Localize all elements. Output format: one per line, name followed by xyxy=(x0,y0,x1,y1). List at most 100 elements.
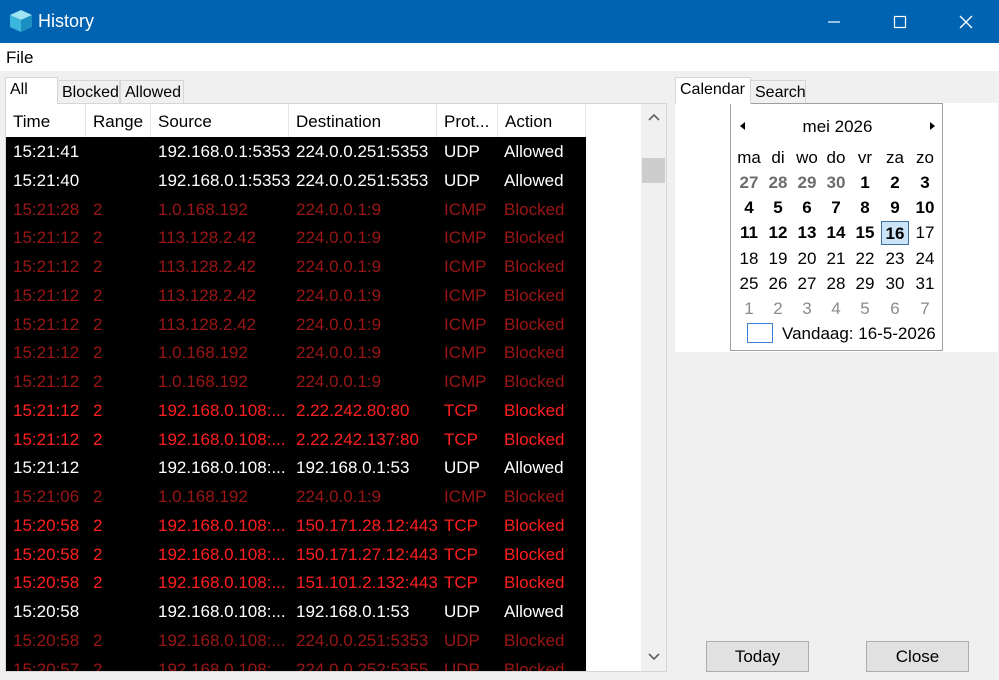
calendar-day[interactable]: 2 xyxy=(881,171,909,195)
calendar-day[interactable]: 26 xyxy=(764,272,792,296)
calendar-day[interactable]: 21 xyxy=(822,247,850,271)
calendar-day[interactable]: 30 xyxy=(881,272,909,296)
table-row[interactable]: 15:21:12 2 192.168.0.108:... 2.22.242.137:8… xyxy=(6,425,586,454)
calendar-day[interactable]: 24 xyxy=(911,247,939,271)
calendar-day[interactable]: 9 xyxy=(881,196,909,220)
calendar-day[interactable]: 19 xyxy=(764,247,792,271)
next-month-icon[interactable] xyxy=(929,122,935,130)
cell-action: Blocked xyxy=(504,257,565,276)
calendar-day[interactable]: 25 xyxy=(735,272,763,296)
calendar-day[interactable]: 6 xyxy=(881,297,909,321)
table-row[interactable]: 15:21:28 2 1.0.168.192 224.0.0.1:9 ICMP Block… xyxy=(6,195,586,224)
calendar-day[interactable]: 3 xyxy=(793,297,821,321)
table-row[interactable]: 15:21:06 2 1.0.168.192 224.0.0.1:9 ICMP Block… xyxy=(6,482,586,511)
cell-range: 2 xyxy=(93,228,103,248)
calendar-day[interactable]: 18 xyxy=(735,247,763,271)
cell-source: 192.168.0.108:... xyxy=(158,544,286,564)
table-row[interactable]: 15:20:58 2 192.168.0.108:... 151.101.2.132:… xyxy=(6,568,586,597)
calendar-day[interactable]: 8 xyxy=(851,196,879,220)
table-row[interactable]: 15:21:12 2 113.128.2.42 224.0.0.1:9 ICMP Bloc… xyxy=(6,252,586,281)
calendar-day[interactable]: 23 xyxy=(881,247,909,271)
calendar-day[interactable]: 29 xyxy=(851,272,879,296)
close-button[interactable]: Close xyxy=(866,641,969,672)
weekday-header: wo xyxy=(796,148,818,167)
calendar-day[interactable]: 7 xyxy=(822,196,850,220)
calendar-day[interactable]: 2 xyxy=(764,297,792,321)
table-row[interactable]: 15:21:12 2 113.128.2.42 224.0.0.1:9 ICMP Bloc… xyxy=(6,310,586,339)
cell-destination: 2.22.242.80:80 xyxy=(296,400,410,420)
cell-source: 1.0.168.192 xyxy=(158,487,248,506)
cell-time: 15:20:58 xyxy=(13,573,80,593)
today-label[interactable]: Vandaag: 16-5-2026 xyxy=(782,324,936,344)
table-row[interactable]: 15:20:58 2 192.168.0.108:... 150.171.27.12:… xyxy=(6,540,586,569)
calendar-day[interactable]: 27 xyxy=(793,272,821,296)
column-header-protocol[interactable]: Prot... xyxy=(437,104,498,137)
calendar-day[interactable]: 13 xyxy=(793,221,821,245)
table-row[interactable]: 15:21:12 2 1.0.168.192 224.0.0.1:9 ICMP Block… xyxy=(6,338,586,367)
minimize-button[interactable] xyxy=(801,0,867,43)
today-button[interactable]: Today xyxy=(706,641,809,672)
scroll-down-icon[interactable] xyxy=(648,653,660,661)
table-row[interactable]: 15:21:12 2 113.128.2.42 224.0.0.1:9 ICMP Bloc… xyxy=(6,223,586,252)
calendar-day[interactable]: 1 xyxy=(851,171,879,195)
table-row[interactable]: 15:21:41 192.168.0.1:5353 224.0.0.251:5353… xyxy=(6,137,586,166)
cell-range: 2 xyxy=(93,630,103,650)
tab-calendar[interactable]: Calendar xyxy=(675,77,751,104)
table-row[interactable]: 15:21:12 2 113.128.2.42 224.0.0.1:9 ICMP Bloc… xyxy=(6,281,586,310)
table-row[interactable]: 15:21:12 2 1.0.168.192 224.0.0.1:9 ICMP Block… xyxy=(6,367,586,396)
table-row[interactable]: 15:20:57 2 192.168.0.108:... 224.0.0.252:53… xyxy=(6,655,586,672)
weekday-header: di xyxy=(771,148,785,167)
menu-file[interactable]: File xyxy=(6,48,33,68)
calendar-day[interactable]: 1 xyxy=(735,297,763,321)
scrollbar-thumb[interactable] xyxy=(642,158,665,183)
tab-all[interactable]: All xyxy=(5,77,58,104)
scroll-up-icon[interactable] xyxy=(648,113,660,121)
minimize-icon xyxy=(828,20,840,23)
table-row[interactable]: 15:21:40 192.168.0.1:5353 224.0.0.251:5353… xyxy=(6,166,586,195)
calendar-day[interactable]: 12 xyxy=(764,221,792,245)
calendar-day[interactable]: 27 xyxy=(735,171,763,195)
calendar-day[interactable]: 4 xyxy=(822,297,850,321)
cell-action: Blocked xyxy=(504,285,565,305)
calendar-day[interactable]: 28 xyxy=(822,272,850,296)
column-header-time[interactable]: Time xyxy=(6,104,86,137)
table-row[interactable]: 15:20:58 2 192.168.0.108:... 150.171.28.12:… xyxy=(6,511,586,540)
column-header-source[interactable]: Source xyxy=(151,104,289,137)
calendar-day[interactable]: 17 xyxy=(911,221,939,245)
calendar-day[interactable]: 7 xyxy=(911,297,939,321)
table-row[interactable]: 15:20:58 192.168.0.108:... 192.168.0.1:53 U… xyxy=(6,597,586,626)
history-list[interactable]: 15:21:41 192.168.0.1:5353 224.0.0.251:5353… xyxy=(6,137,586,671)
column-header-range[interactable]: Range xyxy=(86,104,151,137)
table-row[interactable]: 15:21:12 192.168.0.108:... 192.168.0.1:53 U… xyxy=(6,453,586,482)
column-header-action[interactable]: Action xyxy=(498,104,586,137)
calendar-day[interactable]: 30 xyxy=(822,171,850,195)
calendar-day[interactable]: 14 xyxy=(822,221,850,245)
calendar-day[interactable]: 16 xyxy=(881,221,909,246)
calendar-day[interactable]: 4 xyxy=(735,196,763,220)
close-window-button[interactable] xyxy=(933,0,999,43)
tab-allowed[interactable]: Allowed xyxy=(120,80,184,104)
tab-search[interactable]: Search xyxy=(750,80,806,104)
calendar-day[interactable]: 10 xyxy=(911,196,939,220)
calendar-day[interactable]: 22 xyxy=(851,247,879,271)
calendar-month-label[interactable]: mei 2026 xyxy=(731,117,944,137)
table-row[interactable]: 15:20:58 2 192.168.0.108:... 224.0.0.251:53… xyxy=(6,626,586,655)
vertical-scrollbar[interactable] xyxy=(641,104,666,671)
calendar-day[interactable]: 5 xyxy=(764,196,792,220)
calendar-day[interactable]: 20 xyxy=(793,247,821,271)
calendar-day[interactable]: 3 xyxy=(911,171,939,195)
cell-destination: 224.0.0.1:9 xyxy=(296,314,382,334)
calendar-day[interactable]: 5 xyxy=(851,297,879,321)
table-row[interactable]: 15:21:12 2 192.168.0.108:... 2.22.242.80:80… xyxy=(6,396,586,425)
cell-range: 2 xyxy=(93,257,103,276)
calendar-day[interactable]: 31 xyxy=(911,272,939,296)
calendar-day[interactable]: 6 xyxy=(793,196,821,220)
maximize-button[interactable] xyxy=(867,0,933,43)
tab-blocked[interactable]: Blocked xyxy=(57,80,120,104)
calendar-day[interactable]: 15 xyxy=(851,221,879,245)
calendar-day[interactable]: 29 xyxy=(793,171,821,195)
column-header-destination[interactable]: Destination xyxy=(289,104,437,137)
title-bar: History xyxy=(0,0,999,43)
calendar-day[interactable]: 11 xyxy=(735,221,763,245)
calendar-day[interactable]: 28 xyxy=(764,171,792,195)
